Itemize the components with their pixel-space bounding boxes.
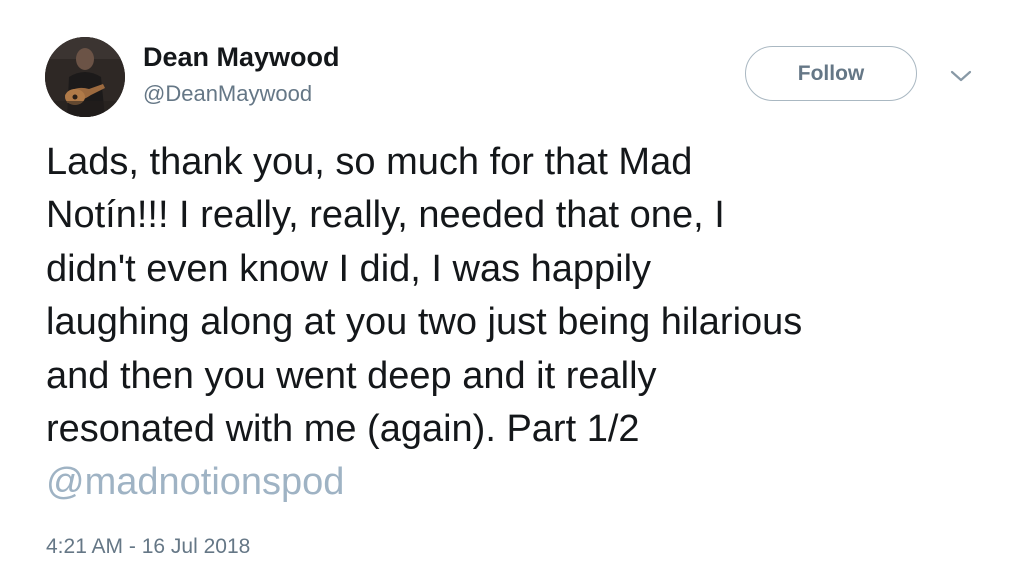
tweet-text: Lads, thank you, so much for that Mad No… (46, 136, 996, 510)
tweet-text-line: and then you went deep and it really (46, 354, 657, 397)
tweet-text-line: Lads, thank you, so much for that Mad (46, 141, 693, 183)
profile-photo-icon (45, 37, 125, 117)
tweet-text-line: resonated with me (again). Part 1/2 (46, 408, 640, 451)
tweet-card: Dean Maywood @DeanMaywood Follow Lads, t… (0, 0, 1024, 580)
mention-link[interactable]: @madnotionspod (46, 461, 344, 503)
tweet-text-line: laughing along at you two just being hil… (46, 301, 803, 344)
follow-button[interactable]: Follow (745, 46, 917, 101)
display-name[interactable]: Dean Maywood (143, 40, 340, 74)
chevron-down-icon[interactable] (947, 66, 975, 86)
tweet-text-line: didn't even know I did, I was happily (46, 247, 652, 290)
tweet-mention-line: @madnotionspod (46, 456, 996, 509)
avatar[interactable] (45, 37, 125, 117)
user-handle[interactable]: @DeanMaywood (143, 80, 312, 108)
tweet-timestamp[interactable]: 4:21 AM - 16 Jul 2018 (46, 533, 250, 561)
tweet-text-line: Notín!!! I really, really, needed that o… (46, 194, 725, 237)
